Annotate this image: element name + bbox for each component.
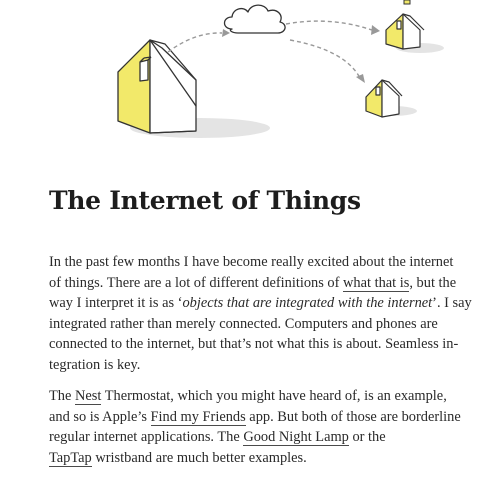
good-night-lamp-link[interactable]: Good Night Lamp <box>243 429 349 447</box>
arrowhead-1 <box>222 29 230 37</box>
what-that-is-link[interactable]: what that is <box>343 274 410 292</box>
p2-line-4: TapTap wristband are much better example… <box>49 448 469 469</box>
p1-line-3: way I interpret it is as ‘objects that a… <box>49 293 472 314</box>
p1-line-2-tail: , but the <box>409 274 457 291</box>
p2-line-1: The Nest Thermostat, which you might hav… <box>49 386 469 407</box>
p2-line-2-tail: app. But both of those are borderline <box>245 408 461 425</box>
p2-line-3-tail: or the <box>348 429 386 446</box>
p1-line-6: tegration is key. <box>49 356 141 373</box>
find-my-friends-link[interactable]: Find my Friends <box>150 408 246 426</box>
p2-line-3: regular internet applications. The Good … <box>49 427 469 448</box>
p1-line-2-text: of things. There are a lot of different … <box>49 274 343 291</box>
p2-line-1-tail: Thermostat, which you might have heard o… <box>101 388 447 404</box>
p1-line-4: integrated rather than merely connected.… <box>49 315 438 332</box>
p1-line-3-text: way I interpret it is as ‘ <box>49 295 183 312</box>
p2-line-2-text: and so is Apple’s <box>49 408 151 425</box>
cloud-icon <box>223 4 286 34</box>
p1-line-1: In the past few months I have become rea… <box>49 254 454 270</box>
p2-line-4-tail: wristband are much better examples. <box>91 449 307 466</box>
iot-illustration <box>117 0 444 138</box>
p2-line-2: and so is Apple’s Find my Friends app. B… <box>49 407 469 428</box>
large-house-icon <box>117 39 197 134</box>
article-paragraph-1: In the past few months I have become rea… <box>49 252 472 376</box>
article-paragraph-2: The Nest Thermostat, which you might hav… <box>49 386 469 468</box>
arrowhead-2 <box>371 25 380 35</box>
p1-emphasis: objects that are integrated with the int… <box>182 295 433 312</box>
top-right-partial-house <box>403 0 411 5</box>
p2-line-1-text: The <box>49 388 75 404</box>
article-title: The Internet of Things <box>49 186 361 215</box>
p1-line-5: connected to the internet, but that’s no… <box>49 336 459 353</box>
p1-line-3-tail: ’. I say <box>432 295 472 312</box>
small-house-icon <box>365 79 403 118</box>
p1-line-2: of things. There are a lot of different … <box>49 273 469 294</box>
top-house-icon <box>385 13 425 50</box>
p2-line-3-text: regular internet applications. The <box>49 429 244 446</box>
arrowhead-3 <box>356 74 365 83</box>
taptap-link[interactable]: TapTap <box>49 449 92 467</box>
nest-link[interactable]: Nest <box>74 388 102 405</box>
